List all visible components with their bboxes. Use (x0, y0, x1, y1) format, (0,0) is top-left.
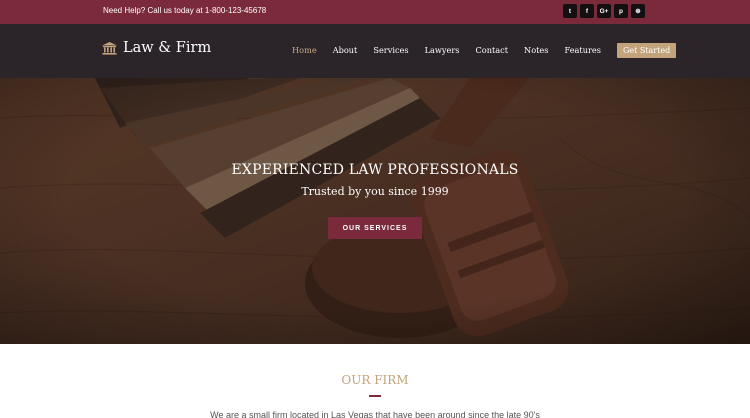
nav-services[interactable]: Services (373, 45, 408, 55)
social-links: t f G+ p ⊛ (563, 4, 645, 20)
nav-notes[interactable]: Notes (524, 45, 548, 55)
nav-features[interactable]: Features (564, 45, 600, 55)
our-firm-section: OUR FIRM We are a small firm located in … (0, 344, 750, 418)
nav-lawyers[interactable]: Lawyers (425, 45, 460, 55)
gavel-books-image (0, 78, 750, 344)
logo-text: Law & Firm (123, 40, 212, 56)
logo[interactable]: Law & Firm (102, 40, 211, 56)
main-nav: Home About Services Lawyers Contact Note… (292, 42, 677, 58)
top-bar: Need Help? Call us today at 1-800-123-45… (0, 0, 750, 24)
courthouse-icon (102, 41, 117, 55)
section-title: OUR FIRM (341, 373, 409, 387)
facebook-icon[interactable]: f (580, 4, 594, 18)
site-header: Law & Firm Home About Services Lawyers C… (0, 24, 750, 78)
hero-subtitle: Trusted by you since 1999 (301, 185, 449, 198)
dribbble-icon[interactable]: ⊛ (631, 4, 645, 18)
section-divider (369, 395, 381, 397)
twitter-icon[interactable]: t (563, 4, 577, 18)
section-text: We are a small firm located in Las Vegas… (210, 410, 540, 418)
pinterest-icon[interactable]: p (614, 4, 628, 18)
nav-about[interactable]: About (333, 45, 358, 55)
our-services-button[interactable]: OUR SERVICES (328, 217, 422, 239)
help-phone-text: Need Help? Call us today at 1-800-123-45… (103, 6, 267, 15)
get-started-button[interactable]: Get Started (616, 42, 677, 58)
hero-title: EXPERIENCED LAW PROFESSIONALS (231, 162, 519, 178)
hero-banner: EXPERIENCED LAW PROFESSIONALS Trusted by… (0, 78, 750, 344)
google-plus-icon[interactable]: G+ (597, 4, 611, 18)
nav-home[interactable]: Home (292, 45, 317, 55)
nav-contact[interactable]: Contact (476, 45, 509, 55)
